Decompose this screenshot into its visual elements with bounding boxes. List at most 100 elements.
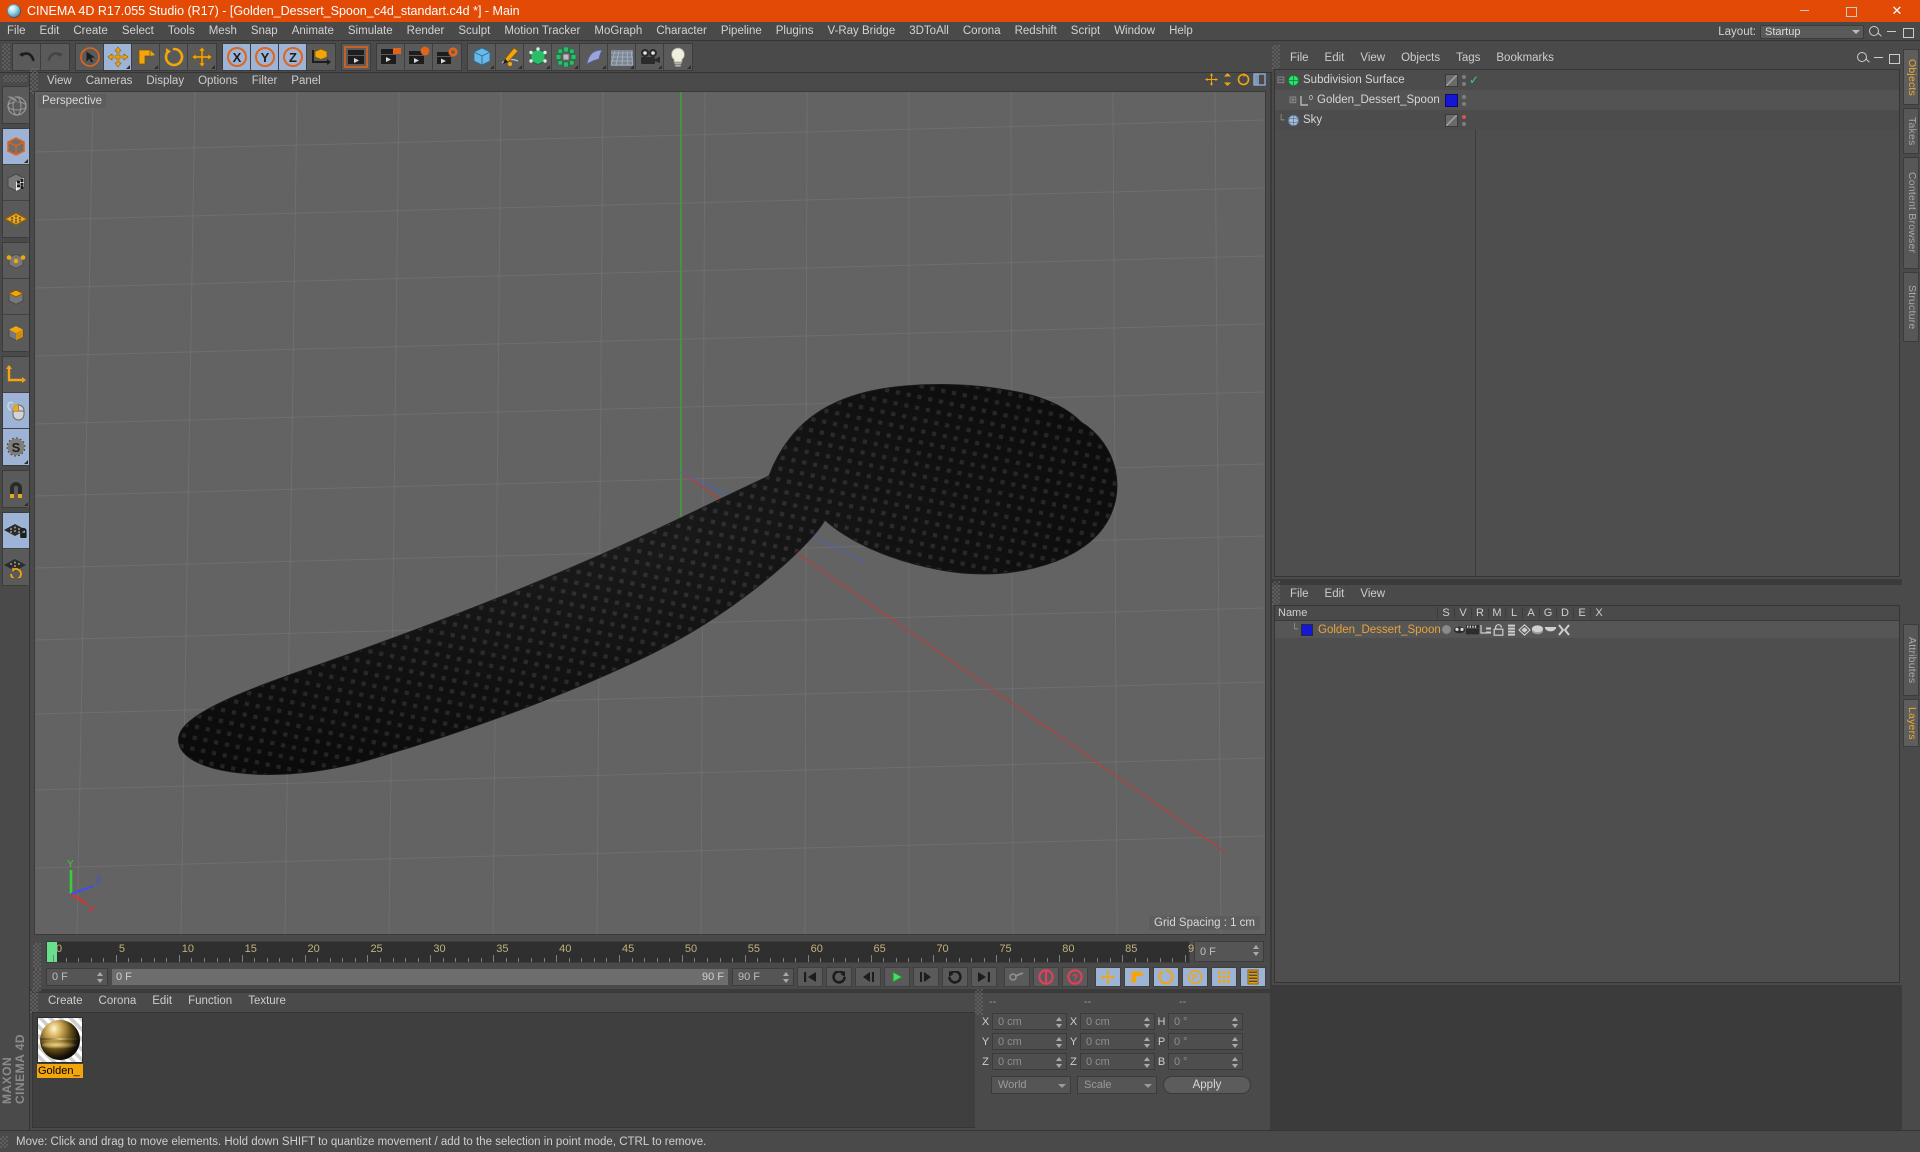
spinner-icon[interactable]: [1056, 1057, 1063, 1068]
zoom-view-icon[interactable]: [1221, 73, 1234, 86]
menu-item-vray-bridge[interactable]: V-Ray Bridge: [820, 22, 902, 41]
keyframe-selection-toggle[interactable]: [1240, 967, 1266, 987]
menu-item-help[interactable]: Help: [1162, 22, 1200, 41]
menu-item-script[interactable]: Script: [1064, 22, 1107, 41]
object-menu-tags[interactable]: Tags: [1448, 49, 1488, 67]
left-toolbar-grip[interactable]: [3, 75, 27, 82]
object-enable-dots[interactable]: [1461, 74, 1466, 86]
object-menu-file[interactable]: File: [1282, 49, 1317, 67]
menu-item-simulate[interactable]: Simulate: [341, 22, 400, 41]
play-button[interactable]: [884, 967, 910, 987]
coord-size-y-field[interactable]: 0 cm: [1080, 1033, 1155, 1050]
viewport-menu-view[interactable]: View: [40, 73, 79, 89]
add-camera[interactable]: [636, 43, 664, 70]
expand-collapse-icon[interactable]: ⊞: [1287, 95, 1299, 106]
axis-z-lock[interactable]: Z: [279, 43, 307, 70]
tab-takes[interactable]: Takes: [1903, 108, 1919, 154]
timeline-frame-display[interactable]: 0 F: [1194, 941, 1264, 962]
layer-col-e[interactable]: E: [1573, 607, 1590, 619]
object-row-subdivision-surface[interactable]: ⊟ Subdivision Surface ✓: [1275, 70, 1899, 90]
move-extra-tool[interactable]: [188, 43, 216, 70]
layer-list[interactable]: Name S V R M L A G D E X └ Golden_Desser…: [1274, 605, 1900, 983]
layer-menu-edit[interactable]: Edit: [1317, 585, 1353, 603]
spinner-icon[interactable]: [1144, 1017, 1151, 1028]
add-environment[interactable]: [608, 43, 636, 70]
menu-item-create[interactable]: Create: [66, 22, 115, 41]
layer-deformer-icon[interactable]: [1531, 623, 1544, 636]
menu-item-edit[interactable]: Edit: [33, 22, 67, 41]
menu-item-mograph[interactable]: MoGraph: [587, 22, 649, 41]
menu-item-3dtoall[interactable]: 3DToAll: [902, 22, 956, 41]
object-enable-dots[interactable]: [1461, 94, 1466, 106]
material-menu-edit[interactable]: Edit: [144, 993, 180, 1010]
coord-rotation-b-field[interactable]: 0 °: [1168, 1053, 1243, 1070]
spinner-icon[interactable]: [1056, 1017, 1063, 1028]
scale-tool[interactable]: [132, 43, 160, 70]
add-generator[interactable]: [524, 43, 552, 70]
rotate-tool[interactable]: [160, 43, 188, 70]
add-spline[interactable]: [496, 43, 524, 70]
menu-item-render[interactable]: Render: [400, 22, 452, 41]
make-editable-button[interactable]: [3, 87, 29, 123]
undo-button[interactable]: [13, 43, 41, 70]
layer-xpresso-icon[interactable]: [1557, 623, 1570, 636]
go-to-end-button[interactable]: [971, 967, 997, 987]
apply-button[interactable]: Apply: [1163, 1076, 1251, 1094]
maximize-view-icon[interactable]: [1253, 73, 1266, 86]
timeline-scrub-slider[interactable]: 0 F 90 F: [111, 968, 729, 986]
object-menu-view[interactable]: View: [1352, 49, 1393, 67]
viewport-menu-panel[interactable]: Panel: [284, 73, 327, 89]
position-key-toggle[interactable]: [1095, 967, 1121, 987]
spinner-icon[interactable]: [1144, 1037, 1151, 1048]
search-icon[interactable]: [1868, 25, 1882, 39]
spinner-icon[interactable]: [1232, 1057, 1239, 1068]
timeline-grip[interactable]: [33, 943, 41, 969]
record-question-button[interactable]: ?: [1062, 967, 1088, 987]
step-forward-button[interactable]: [913, 967, 939, 987]
add-light[interactable]: [664, 43, 692, 70]
viewport-solo-mouse[interactable]: [3, 393, 29, 429]
expand-collapse-icon[interactable]: ⊟: [1275, 75, 1287, 86]
tab-structure[interactable]: Structure: [1903, 272, 1919, 342]
layer-col-v[interactable]: V: [1454, 607, 1471, 619]
viewport-3d[interactable]: Perspective Grid Spacing : 1 cm Y X Z: [34, 91, 1266, 935]
coordinates-grip[interactable]: [975, 988, 983, 1015]
status-bar-grip[interactable]: [0, 1135, 8, 1148]
spinner-icon[interactable]: [1253, 945, 1260, 956]
layer-manager-icon[interactable]: [1479, 623, 1492, 636]
max-frame-field[interactable]: 90 F: [732, 968, 794, 986]
layer-color-swatch[interactable]: [1301, 623, 1313, 636]
menu-item-mesh[interactable]: Mesh: [202, 22, 244, 41]
layer-col-l[interactable]: L: [1505, 607, 1522, 619]
menu-item-select[interactable]: Select: [115, 22, 161, 41]
viewport-menu-filter[interactable]: Filter: [245, 73, 285, 89]
live-selection-tool[interactable]: [76, 43, 104, 70]
panel-maximize-icon[interactable]: [1888, 52, 1900, 64]
pan-view-icon[interactable]: [1205, 73, 1218, 86]
material-menu-texture[interactable]: Texture: [240, 993, 294, 1010]
layer-row[interactable]: └ Golden_Dessert_Spoon: [1275, 621, 1899, 638]
add-deformer[interactable]: [580, 43, 608, 70]
layer-manager-grip[interactable]: [1272, 581, 1280, 607]
object-menu-edit[interactable]: Edit: [1317, 49, 1353, 67]
layout-dropdown[interactable]: Startup: [1760, 24, 1864, 39]
spinner-icon[interactable]: [1232, 1037, 1239, 1048]
add-cube-primitive[interactable]: [468, 43, 496, 70]
world-object-coordinates[interactable]: [307, 43, 335, 70]
pla-key-toggle[interactable]: P: [1182, 967, 1208, 987]
redo-button[interactable]: [41, 43, 69, 70]
add-mograph-object[interactable]: [552, 43, 580, 70]
render-settings[interactable]: [433, 43, 461, 70]
go-to-start-button[interactable]: [797, 967, 823, 987]
render-view-button[interactable]: [342, 43, 370, 70]
coord-position-y-field[interactable]: 0 cm: [992, 1033, 1067, 1050]
menu-item-animate[interactable]: Animate: [285, 22, 341, 41]
object-tree[interactable]: ⊟ Subdivision Surface ✓ ⊞ 0 Golden_Desse…: [1274, 69, 1900, 577]
layer-lock-icon[interactable]: [1492, 623, 1505, 636]
edge-mode[interactable]: [3, 279, 29, 315]
rotation-key-toggle[interactable]: [1153, 967, 1179, 987]
close-button[interactable]: ✕: [1874, 0, 1920, 22]
layer-col-d[interactable]: D: [1556, 607, 1573, 619]
material-tag-swatch[interactable]: [1445, 93, 1458, 107]
play-forwards-button[interactable]: [942, 967, 968, 987]
